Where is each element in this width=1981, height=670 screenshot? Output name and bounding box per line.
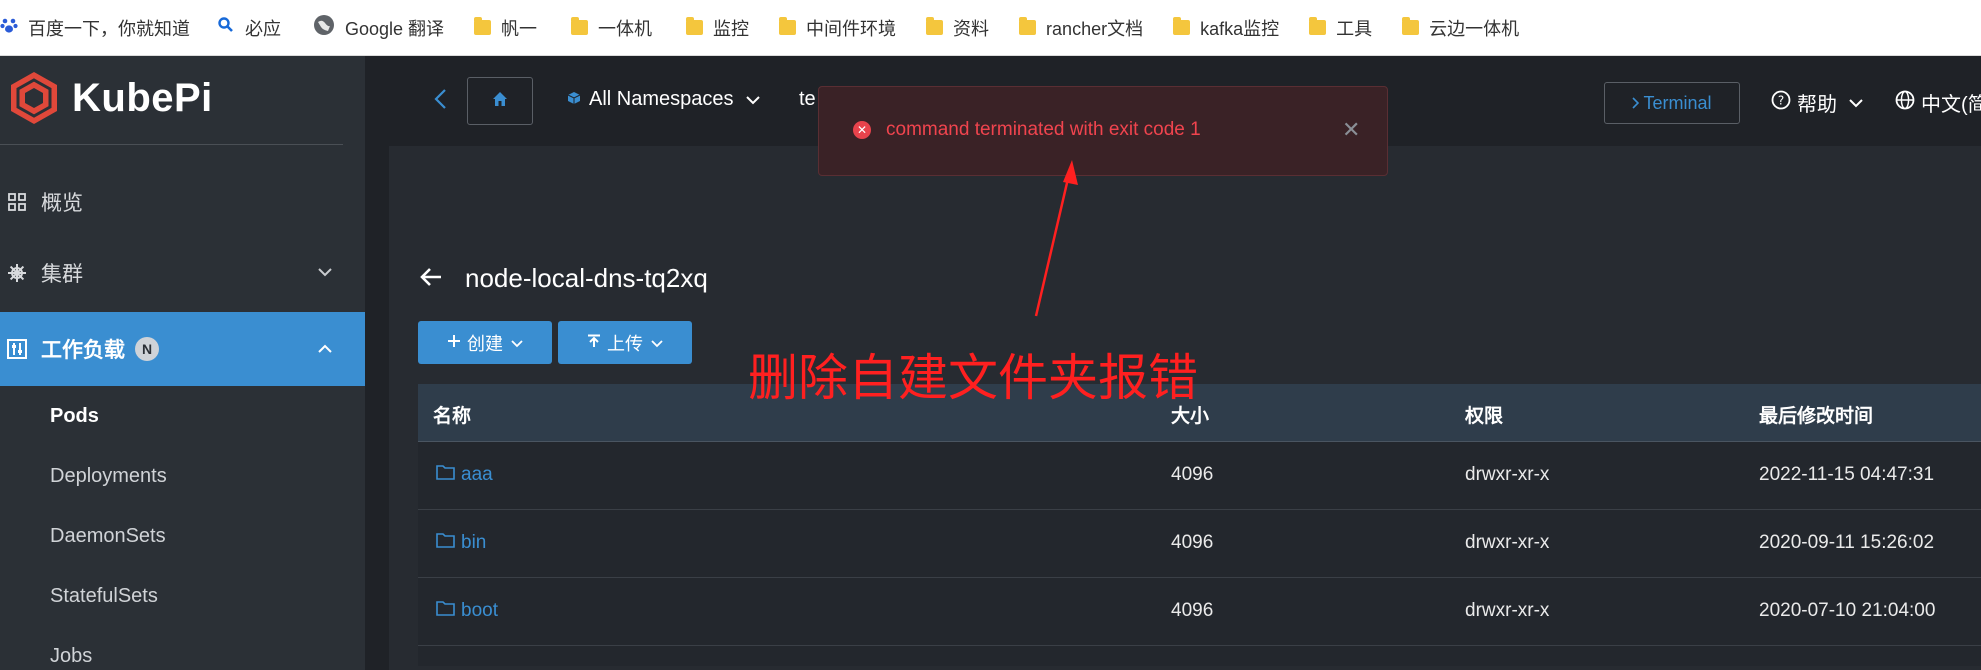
error-icon: ✕ (853, 121, 871, 139)
bing-search-icon (217, 16, 235, 39)
cell-size: 4096 (1171, 464, 1214, 485)
sidebar-subitem-deployments[interactable]: Deployments (50, 465, 167, 488)
upload-button[interactable]: 上传 (558, 321, 692, 364)
baidu-paw-icon (0, 16, 18, 39)
sidebar-item-cluster[interactable]: 集群 (0, 242, 365, 304)
folder-icon (474, 17, 492, 35)
folder-icon (436, 464, 455, 486)
folder-open-icon[interactable] (419, 339, 439, 360)
bookmark-folder-7[interactable]: kafka监控 (1173, 0, 1279, 56)
bookmark-google-translate[interactable]: Google 翻译 (313, 0, 444, 56)
bookmark-folder-8[interactable]: 工具 (1309, 0, 1372, 56)
cell-size: 4096 (1171, 532, 1214, 553)
bookmark-folder-5[interactable]: 资料 (926, 0, 989, 56)
folder-icon (926, 17, 944, 35)
cell-permission: drwxr-xr-x (1465, 600, 1550, 621)
page-title: node-local-dns-tq2xq (465, 262, 708, 293)
app-name: KubePi (72, 75, 213, 120)
terminal-button[interactable]: Terminal (1604, 82, 1740, 124)
file-link[interactable]: boot (436, 600, 498, 622)
back-arrow-icon[interactable] (419, 262, 443, 294)
kubepi-logo-icon (11, 72, 57, 124)
col-header-name: 名称 (433, 406, 472, 427)
globe-icon (313, 14, 335, 41)
close-icon[interactable]: ✕ (1342, 117, 1360, 143)
cell-mtime: 2020-07-10 21:04:00 (1759, 600, 1936, 621)
file-link[interactable]: aaa (436, 464, 493, 486)
namespace-select[interactable]: All Namespaces (567, 88, 760, 111)
bookmarks-bar: 百度一下，你就知道 必应 Google 翻译 帆一 一体机 监控 中间件环境 资… (0, 0, 1981, 56)
chevron-down-icon (1849, 91, 1863, 114)
plus-icon (447, 332, 461, 353)
page-header: node-local-dns-tq2xq (419, 262, 708, 294)
globe-icon (1895, 90, 1915, 116)
folder-icon (1309, 17, 1327, 35)
cell-permission: drwxr-xr-x (1465, 532, 1550, 553)
truncated-text: te (799, 88, 816, 110)
grid-icon (7, 192, 27, 212)
sidebar-item-overview[interactable]: 概览 (0, 172, 365, 232)
toast-message: command terminated with exit code 1 (886, 119, 1201, 140)
folder-icon (1173, 17, 1191, 35)
home-icon (492, 91, 508, 112)
question-circle-icon: ? (1771, 90, 1791, 116)
chevron-down-icon (318, 264, 332, 282)
col-header-mtime: 最后修改时间 (1759, 406, 1874, 427)
folder-icon (436, 532, 455, 554)
sidebar-subitem-jobs[interactable]: Jobs (50, 645, 92, 668)
folder-icon (686, 17, 704, 35)
cell-size: 4096 (1171, 600, 1214, 621)
cube-icon (567, 88, 581, 111)
helm-wheel-icon (7, 263, 27, 283)
language-menu[interactable]: 中文(简 (1895, 88, 1981, 117)
cell-mtime: 2022-11-15 04:47:31 (1759, 464, 1935, 485)
bookmark-folder-1[interactable]: 帆一 (474, 0, 537, 56)
bookmark-folder-6[interactable]: rancher文档 (1019, 0, 1143, 56)
bookmark-baidu[interactable]: 百度一下，你就知道 (0, 0, 190, 56)
chevron-right-icon (1632, 93, 1640, 114)
folder-icon (779, 17, 797, 35)
folder-icon (1402, 17, 1420, 35)
app-logo[interactable]: KubePi (6, 70, 213, 126)
home-button[interactable] (467, 77, 533, 125)
sidebar-subitem-daemonsets[interactable]: DaemonSets (50, 525, 166, 548)
table-row[interactable]: boot 4096 drwxr-xr-x 2020-07-10 21:04:00 (418, 578, 1981, 646)
chevron-down-icon (651, 332, 663, 353)
help-menu[interactable]: ? 帮助 (1771, 88, 1863, 117)
bookmark-folder-3[interactable]: 监控 (686, 0, 749, 56)
folder-icon (436, 600, 455, 622)
bookmark-folder-9[interactable]: 云边一体机 (1402, 0, 1519, 56)
bookmark-folder-2[interactable]: 一体机 (571, 0, 652, 56)
chevron-down-icon (511, 332, 523, 353)
file-link[interactable]: bin (436, 532, 486, 554)
error-toast: ✕ command terminated with exit code 1 ✕ (818, 86, 1388, 176)
cell-permission: drwxr-xr-x (1465, 464, 1550, 485)
cell-mtime: 2020-09-11 15:26:02 (1759, 532, 1935, 553)
collapse-chevron-icon[interactable] (433, 86, 447, 117)
new-badge: N (135, 337, 159, 361)
svg-text:?: ? (1778, 93, 1784, 107)
table-row[interactable]: bin 4096 drwxr-xr-x 2020-09-11 15:26:02 (418, 510, 1981, 578)
table-row[interactable]: aaa 4096 drwxr-xr-x 2022-11-15 04:47:31 (418, 442, 1981, 510)
sidebar-divider (0, 144, 343, 145)
sidebar-subitem-statefulsets[interactable]: StatefulSets (50, 585, 158, 608)
table-header: 名称 大小 权限 最后修改时间 (418, 384, 1981, 442)
sliders-icon (7, 339, 27, 359)
table-row-partial (418, 646, 1981, 666)
bookmark-folder-4[interactable]: 中间件环境 (779, 0, 896, 56)
sidebar: KubePi 概览 集群 工作负载 N Pods Deployments Dae… (0, 56, 365, 670)
chevron-up-icon (318, 340, 332, 358)
sidebar-item-workload[interactable]: 工作负载 N (0, 312, 365, 386)
annotation-text: 删除自建文件夹报错 (748, 350, 1198, 406)
chevron-down-icon (745, 88, 760, 111)
bookmark-bing[interactable]: 必应 (217, 0, 281, 56)
upload-icon (587, 332, 601, 353)
folder-icon (571, 17, 589, 35)
sidebar-subitem-pods[interactable]: Pods (50, 405, 99, 428)
col-header-permission: 权限 (1465, 406, 1504, 427)
folder-icon (1019, 17, 1037, 35)
